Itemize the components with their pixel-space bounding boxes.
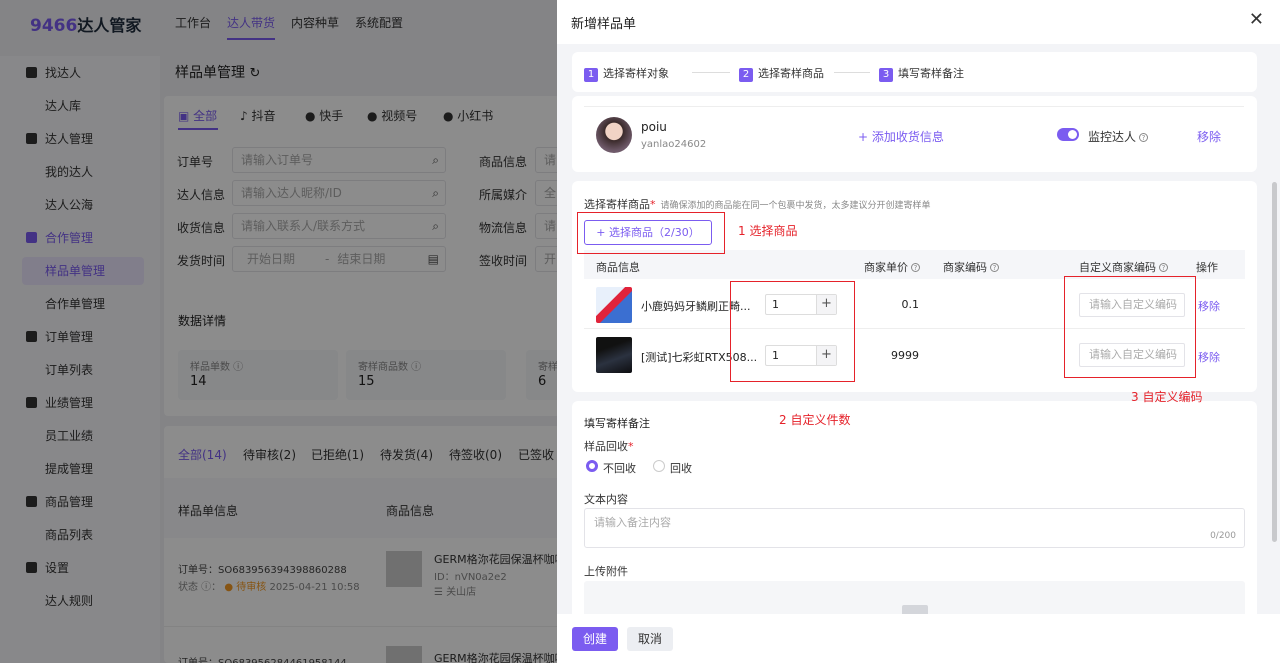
divider — [584, 106, 1244, 107]
talent-name: poiu — [641, 120, 667, 134]
radio-recycle-label: 回收 — [670, 462, 692, 475]
col-goods-info: 商品信息 — [596, 261, 640, 274]
goods-thumbnail — [596, 337, 632, 373]
remark-section: 填写寄样备注 样品回收* 不回收 回收 文本内容 请输入备注内容 0/200 上… — [572, 401, 1257, 623]
col-unit-price: 商家单价? — [864, 259, 920, 275]
annotation-box-select-goods — [577, 212, 725, 254]
radio-no-recycle-label: 不回收 — [603, 462, 636, 475]
step-indicator: 1 选择寄样对象 2 选择寄样商品 3 填写寄样备注 — [572, 52, 1257, 92]
close-icon[interactable]: ✕ — [1249, 9, 1264, 30]
annotation-box-quantity — [730, 281, 855, 382]
col-operation: 操作 — [1196, 261, 1218, 274]
unit-price: 0.1 — [901, 298, 920, 311]
remove-goods-link[interactable]: 移除 — [1198, 298, 1220, 314]
step-2: 2 选择寄样商品 — [739, 65, 824, 82]
remove-talent-link[interactable]: 移除 — [1197, 128, 1221, 145]
drawer-header: 新增样品单 ✕ — [557, 0, 1280, 44]
monitor-toggle[interactable] — [1057, 128, 1079, 141]
create-button[interactable]: 创建 — [572, 627, 618, 651]
drawer-footer: 创建 取消 — [557, 614, 1280, 663]
remark-textarea[interactable]: 请输入备注内容 0/200 — [584, 508, 1245, 548]
unit-price: 9999 — [891, 349, 919, 362]
avatar — [596, 117, 632, 153]
remark-title: 填写寄样备注 — [584, 417, 650, 430]
scrollbar-thumb[interactable] — [1272, 182, 1277, 542]
annotation-select-goods: 1 选择商品 — [738, 224, 798, 238]
goods-thumbnail — [596, 287, 632, 323]
annotation-box-custom-code — [1064, 276, 1196, 378]
monitor-label: 监控达人? — [1088, 128, 1149, 145]
add-address-link[interactable]: + 添加收货信息 — [858, 128, 944, 145]
char-counter: 0/200 — [1210, 531, 1236, 541]
col-custom-code: 自定义商家编码? — [1079, 259, 1168, 275]
text-content-label: 文本内容 — [584, 493, 628, 506]
help-icon: ? — [1139, 133, 1149, 142]
annotation-custom-code: 3 自定义编码 — [1131, 390, 1203, 404]
annotation-quantity: 2 自定义件数 — [779, 413, 851, 427]
radio-no-recycle[interactable] — [586, 460, 598, 472]
remove-goods-link[interactable]: 移除 — [1198, 349, 1220, 365]
upload-label: 上传附件 — [584, 565, 628, 578]
step-1: 1 选择寄样对象 — [584, 65, 669, 82]
help-icon: ? — [1159, 263, 1168, 272]
step-3: 3 填写寄样备注 — [879, 65, 964, 82]
help-icon: ? — [911, 263, 920, 272]
recycle-label: 样品回收* — [584, 440, 634, 453]
drawer-title: 新增样品单 — [571, 17, 637, 32]
cancel-button[interactable]: 取消 — [627, 627, 673, 651]
talent-section: poiu yanlao24602 + 添加收货信息 监控达人? 移除 — [572, 96, 1257, 172]
help-icon: ? — [990, 263, 999, 272]
goods-section-title: 选择寄样商品* 请确保添加的商品能在同一个包裹中发货，太多建议分开创建寄样单 — [584, 198, 931, 211]
step-connector — [692, 72, 730, 73]
step-connector — [834, 72, 870, 73]
talent-id: yanlao24602 — [641, 139, 707, 150]
col-merchant-code: 商家编码? — [943, 259, 999, 275]
goods-table-header: 商品信息 商家单价? 商家编码? 自定义商家编码? 操作 — [584, 250, 1245, 279]
radio-recycle[interactable] — [653, 460, 665, 472]
new-sample-order-drawer: 新增样品单 ✕ 1 选择寄样对象 2 选择寄样商品 3 填写寄样备注 poiu yan… — [557, 0, 1280, 663]
